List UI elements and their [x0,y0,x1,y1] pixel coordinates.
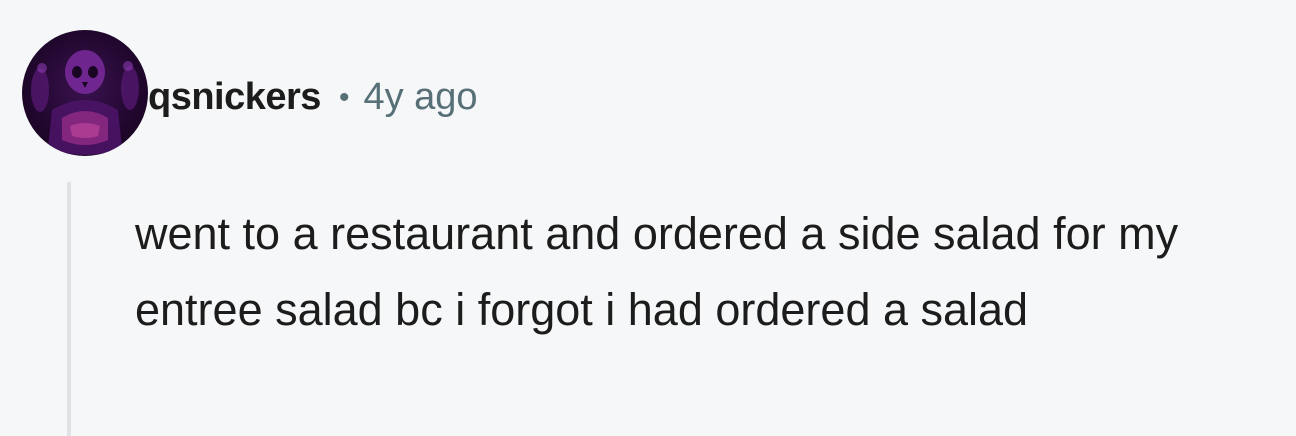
comment-timestamp[interactable]: 4y ago [363,76,477,119]
skull-icon [31,50,139,155]
meta-separator: • [338,81,350,114]
user-avatar[interactable] [22,30,148,156]
comment: qsnickers • 4y ago went to a restaurant … [0,0,1296,436]
thread-line[interactable] [67,182,71,436]
comment-header: qsnickers • 4y ago [148,76,478,119]
comment-body: went to a restaurant and ordered a side … [135,208,1179,335]
username-link[interactable]: qsnickers [148,76,321,119]
